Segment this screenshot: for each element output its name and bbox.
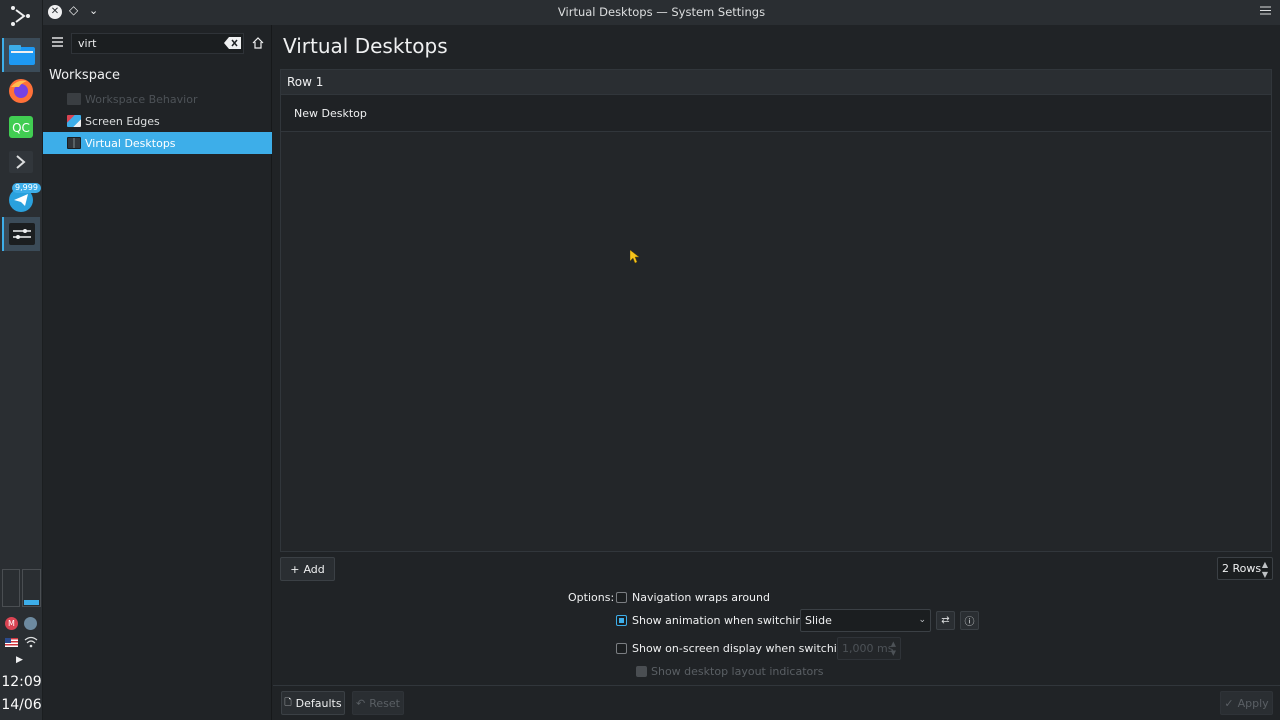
options-label: Options: [568,591,615,604]
window-actions-icon[interactable] [1260,5,1271,16]
clear-search-icon[interactable] [224,37,241,49]
rows-value: 2 Rows [1222,562,1262,575]
sidebar-item-label: Virtual Desktops [85,136,176,150]
defaults-label: Defaults [295,696,342,710]
date[interactable]: 14/06 [0,697,43,713]
add-button-label: Add [303,562,325,576]
animation-select[interactable]: Slide ⌄ [800,609,931,632]
spin-arrows-icon: ▲ ▼ [1261,560,1268,579]
updates-tray-icon[interactable] [24,617,37,630]
apply-label: Apply [1237,696,1269,710]
virtual-desktops-icon [67,137,81,149]
main-content: Virtual Desktops Row 1 New Desktop + Add… [273,25,1280,720]
nav-wraps-checkbox[interactable] [616,592,627,603]
desktops-panel: Row 1 New Desktop [280,69,1272,552]
mouse-cursor-icon [629,249,640,264]
settings-sidebar: Workspace Workspace Behavior Screen Edge… [43,25,272,720]
sidebar-item-workspace-behavior[interactable]: Workspace Behavior [43,88,272,110]
qtcreator-icon[interactable]: QC [2,110,40,144]
app-launcher-icon[interactable] [8,3,34,29]
telegram-icon[interactable]: 9,999 [2,181,41,215]
hamburger-menu-icon[interactable] [52,37,63,47]
desktop-list-item[interactable]: New Desktop [281,95,1271,132]
svg-text:QC: QC [12,121,30,135]
firefox-icon[interactable] [2,74,40,108]
pager-desktop-1[interactable] [2,569,20,607]
osd-duration-value: 1,000 ms [842,642,894,655]
home-icon[interactable] [252,37,264,49]
sidebar-item-label: Workspace Behavior [85,92,198,106]
workspace-behavior-icon [67,93,81,105]
system-settings-icon[interactable] [2,217,40,251]
window-titlebar: ✕ ◇ ⌄ Virtual Desktops — System Settings [43,0,1280,25]
sidebar-item-screen-edges[interactable]: Screen Edges [43,110,272,132]
sidebar-item-virtual-desktops[interactable]: Virtual Desktops [43,132,272,154]
footer-divider [273,685,1280,686]
about-animation-icon[interactable]: ⓘ [960,611,979,630]
rows-spinbox[interactable]: 2 Rows ▲ ▼ [1217,557,1273,580]
mail-tray-icon[interactable]: M [5,617,18,630]
row-header: Row 1 [281,70,1271,95]
defaults-button[interactable]: 🗋 Defaults [281,691,345,715]
animation-value: Slide [805,614,832,627]
reset-label: Reset [369,696,400,710]
clock[interactable]: 12:09 [0,674,43,690]
terminal-icon[interactable] [2,145,40,179]
show-animation-checkbox[interactable] [616,615,627,626]
show-animation-label[interactable]: Show animation when switchin... [632,614,813,627]
chevron-down-icon: ⌄ [918,615,926,625]
search-row [43,32,272,56]
dolphin-file-manager-icon[interactable] [2,38,40,72]
tray-expand-icon[interactable]: ▶ [16,655,23,665]
show-osd-label[interactable]: Show on-screen display when switching: [632,642,855,655]
search-input[interactable] [71,33,244,54]
layout-indicators-checkbox[interactable] [636,666,647,677]
pager-desktop-2[interactable] [22,569,41,607]
window-title: Virtual Desktops — System Settings [557,5,766,19]
sidebar-item-label: Screen Edges [85,114,160,128]
add-desktop-button[interactable]: + Add [280,557,335,581]
sidebar-heading: Workspace [49,68,121,83]
page-title: Virtual Desktops [283,34,448,58]
reset-button[interactable]: ↶ Reset [352,691,404,715]
wifi-icon[interactable] [24,636,38,648]
nav-wraps-label[interactable]: Navigation wraps around [632,591,770,604]
checkmark-icon: ✓ [1224,696,1234,710]
document-icon: 🗋 [284,698,292,708]
plus-icon: + [290,562,300,576]
configure-animation-icon[interactable]: ⇄ [936,611,955,630]
screen-edges-icon [67,115,81,127]
spin-arrows-icon: ▲ ▼ [890,640,896,657]
apply-button[interactable]: ✓ Apply [1220,691,1273,715]
keyboard-layout-flag-icon[interactable] [5,638,18,647]
telegram-badge: 9,999 [12,183,41,193]
undo-icon: ↶ [356,696,366,710]
left-dock: QC 9,999 M ▶ 12:09 14/06 [0,0,43,720]
layout-indicators-label[interactable]: Show desktop layout indicators [651,665,824,678]
osd-duration-spinbox[interactable]: 1,000 ms ▲ ▼ [837,637,901,660]
show-osd-checkbox[interactable] [616,643,627,654]
